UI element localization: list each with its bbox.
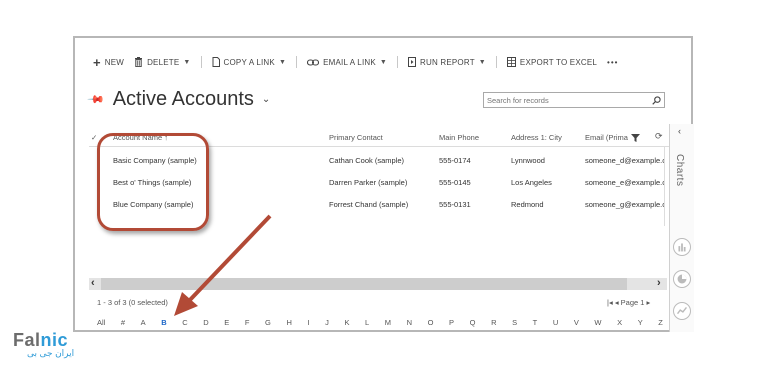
brand-subtitle: ایران جی بی bbox=[27, 348, 75, 358]
brand-logo: Falnic ایران جی بی bbox=[13, 330, 74, 359]
annotation-arrow bbox=[174, 214, 272, 316]
brand-part-b: nic bbox=[40, 330, 69, 350]
brand-part-a: Fal bbox=[13, 330, 41, 350]
